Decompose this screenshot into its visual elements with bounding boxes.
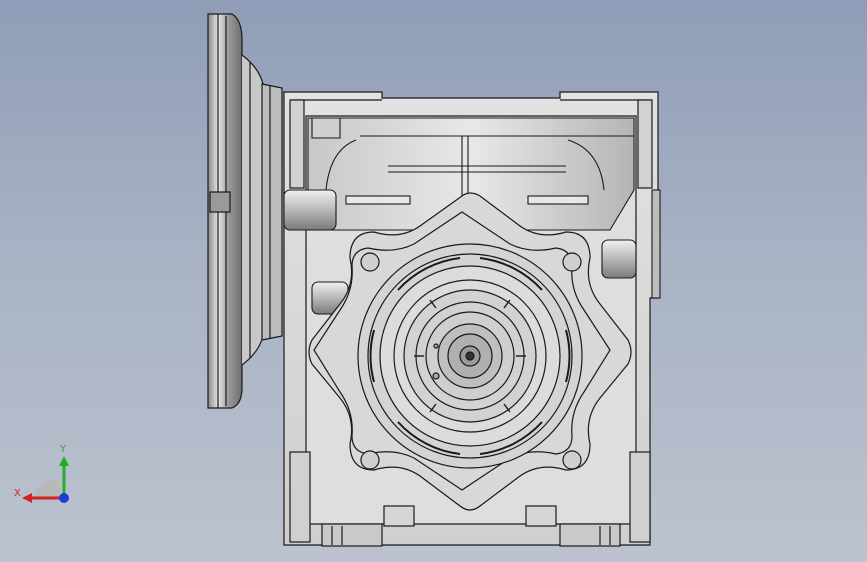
gearbox-model[interactable] [0,0,867,562]
graphics-viewport[interactable]: Y X [0,0,867,562]
y-axis-label: Y [59,444,67,455]
y-axis-arrowhead [59,456,69,466]
z-axis-dot [59,493,69,503]
output-flange [308,192,632,511]
triad-plane-icon [34,480,64,498]
x-axis-label: X [14,488,21,499]
right-shaft-stub [651,189,661,299]
axis-triad: Y X [14,444,69,503]
motor-flange [207,13,283,409]
x-axis-arrowhead [22,493,32,503]
